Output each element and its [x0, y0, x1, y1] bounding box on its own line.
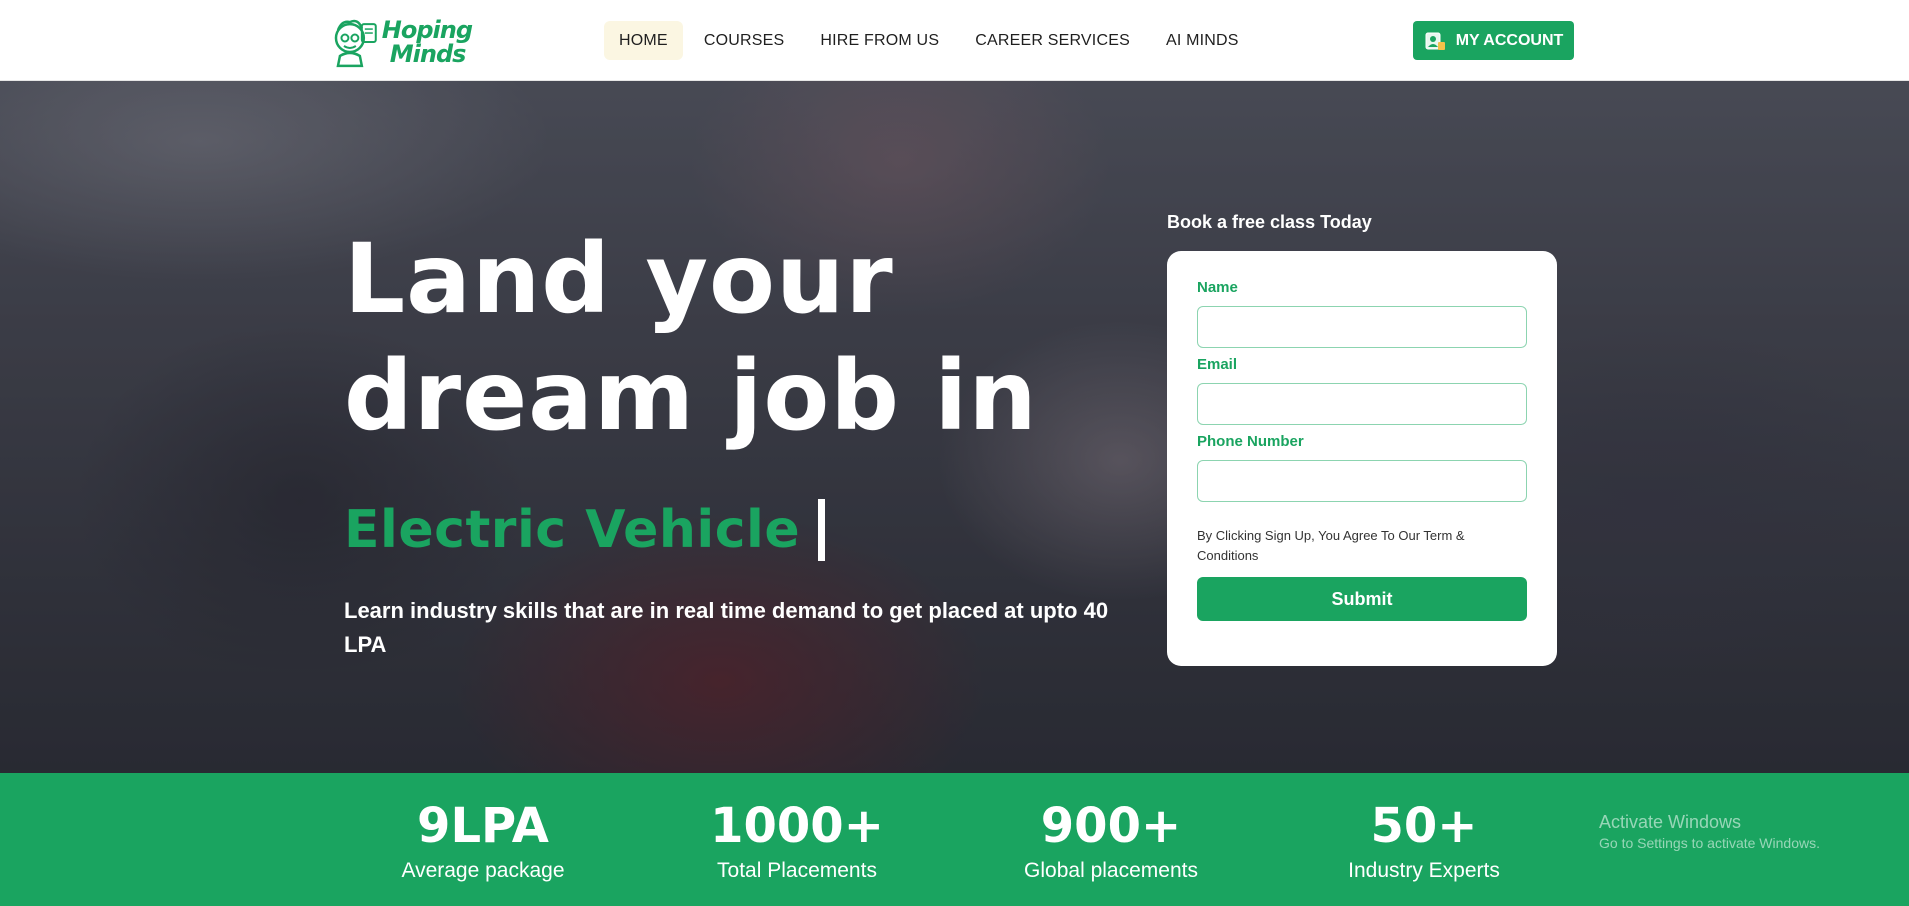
watermark-line2: Go to Settings to activate Windows.	[1599, 835, 1820, 851]
rotating-word: Electric Vehicle	[344, 500, 801, 560]
hero-subline: Learn industry skills that are in real t…	[344, 598, 1109, 657]
nav-ai-minds[interactable]: AI MINDS	[1151, 21, 1254, 60]
stat-label: Global placements	[1024, 859, 1198, 882]
brand-line1: Hoping	[381, 16, 473, 44]
main-nav: HOME COURSES HIRE FROM US CAREER SERVICE…	[604, 21, 1260, 60]
stat-value: 900+	[1040, 798, 1182, 854]
headline-line1: Land your	[344, 223, 894, 335]
free-class-form: Name Email Phone Number By Clicking Sign…	[1167, 251, 1557, 666]
windows-activation-watermark: Activate Windows Go to Settings to activ…	[1599, 812, 1820, 851]
rotating-text: Electric Vehicle	[344, 499, 826, 561]
stat-value: 50+	[1370, 798, 1478, 854]
stat-label: Total Placements	[717, 859, 877, 882]
headline-line2: dream job in	[344, 340, 1038, 452]
nav-courses[interactable]: COURSES	[689, 21, 800, 60]
terms-text: By Clicking Sign Up, You Agree To Our Te…	[1197, 528, 1465, 563]
email-label: Email	[1197, 356, 1238, 373]
nav-home[interactable]: HOME	[604, 21, 683, 60]
phone-label: Phone Number	[1197, 433, 1304, 450]
my-account-button[interactable]: MY ACCOUNT	[1413, 21, 1574, 60]
hero-section: Land your dream job in Electric Vehicle …	[0, 81, 1909, 773]
typing-caret	[818, 499, 826, 561]
form-title: Book a free class Today	[1167, 212, 1372, 232]
nav-hire-from-us[interactable]: HIRE FROM US	[805, 21, 954, 60]
name-input[interactable]	[1197, 306, 1527, 348]
stat-global-placements: 900+ Global placements	[981, 797, 1241, 883]
stat-label: Average package	[401, 859, 565, 882]
name-label: Name	[1197, 279, 1238, 296]
nav-career-services[interactable]: CAREER SERVICES	[960, 21, 1145, 60]
account-icon	[1424, 30, 1446, 52]
watermark-line1: Activate Windows	[1599, 812, 1742, 832]
brand-line2: Minds	[389, 40, 467, 68]
submit-button[interactable]: Submit	[1197, 577, 1527, 621]
mascot-icon	[334, 19, 377, 68]
stat-value: 9LPA	[417, 798, 549, 854]
hero-headline: Land your dream job in	[344, 221, 1038, 455]
stat-industry-experts: 50+ Industry Experts	[1294, 797, 1554, 883]
my-account-label: MY ACCOUNT	[1455, 31, 1564, 49]
email-input[interactable]	[1197, 383, 1527, 425]
stat-label: Industry Experts	[1348, 859, 1500, 882]
stat-value: 1000+	[710, 798, 884, 854]
top-navbar: Hoping Minds HOME COURSES HIRE FROM US C…	[0, 0, 1909, 81]
brand-wordmark: Hoping Minds	[381, 16, 473, 68]
stat-average-package: 9LPA Average package	[353, 797, 613, 883]
stat-total-placements: 1000+ Total Placements	[667, 797, 927, 883]
phone-input[interactable]	[1197, 460, 1527, 502]
brand-logo[interactable]: Hoping Minds	[332, 14, 473, 70]
